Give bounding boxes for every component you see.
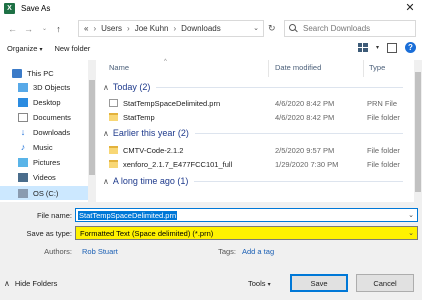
caret-down-icon[interactable]: ▾ bbox=[376, 44, 379, 51]
nav-scrollbar[interactable] bbox=[88, 60, 96, 202]
file-name-value: StatTempSpaceDelimited.prn bbox=[78, 211, 178, 220]
authors-label: Authors: bbox=[44, 247, 72, 256]
music-icon: ♪ bbox=[20, 141, 26, 152]
nav-item-desktop[interactable]: Desktop bbox=[0, 95, 96, 109]
hide-folders-toggle[interactable]: ∧ Hide Folders bbox=[4, 279, 57, 288]
nav-item-pictures[interactable]: Pictures bbox=[0, 155, 96, 169]
save-button[interactable]: Save bbox=[290, 274, 348, 292]
search-input[interactable]: Search Downloads bbox=[284, 20, 416, 37]
chevron-down-icon[interactable]: ⌄ bbox=[253, 24, 259, 32]
list-item[interactable]: CMTV-Code-2.1.2 2/5/2020 9:57 PM File fo… bbox=[101, 144, 411, 156]
videos-icon bbox=[18, 172, 28, 182]
group-header-earlier-this-year[interactable]: ∧ Earlier this year (2) bbox=[103, 128, 403, 138]
group-divider bbox=[194, 132, 403, 134]
column-header-date[interactable]: Date modified bbox=[275, 63, 321, 72]
file-icon bbox=[109, 99, 118, 107]
file-list-scrollbar[interactable] bbox=[414, 60, 422, 202]
save-as-type-value: Formatted Text (Space delimited) (*.prn) bbox=[80, 229, 214, 238]
excel-icon: X bbox=[4, 3, 15, 14]
group-header-long-time-ago[interactable]: ∧ A long time ago (1) bbox=[103, 176, 403, 186]
refresh-icon[interactable]: ↻ bbox=[268, 23, 276, 34]
documents-icon bbox=[18, 112, 28, 122]
folder-icon bbox=[109, 160, 118, 168]
authors-value[interactable]: Rob Stuart bbox=[82, 247, 118, 256]
nav-item-this-pc[interactable]: This PC bbox=[0, 66, 96, 80]
file-name-label: File name: bbox=[36, 211, 72, 220]
nav-item-downloads[interactable]: ↓ Downloads bbox=[0, 125, 96, 139]
search-icon bbox=[289, 24, 298, 33]
nav-item-3d-objects[interactable]: 3D Objects bbox=[0, 80, 96, 94]
list-item[interactable]: StatTemp 4/6/2020 8:42 PM File folder bbox=[101, 111, 411, 123]
command-bar: Organize ▾ New folder ▾ ? bbox=[0, 40, 422, 57]
breadcrumb-overflow[interactable]: « bbox=[84, 24, 88, 33]
column-header-type[interactable]: Type bbox=[369, 63, 385, 72]
help-icon[interactable]: ? bbox=[405, 42, 416, 53]
caret-down-icon: ▾ bbox=[267, 282, 271, 288]
chevron-down-icon[interactable]: ⌄ bbox=[408, 211, 414, 219]
chevron-up-icon: ∧ bbox=[4, 279, 10, 288]
breadcrumb-separator-icon: › bbox=[173, 24, 177, 33]
folder-icon bbox=[109, 113, 118, 121]
view-options-icon[interactable] bbox=[357, 43, 368, 52]
group-divider bbox=[194, 180, 403, 182]
collapse-chevron-icon[interactable]: ∧ bbox=[103, 177, 109, 186]
tags-label: Tags: bbox=[218, 247, 236, 256]
address-row: ← → ⌄ ↑ « › Users › Joe Kuhn › Downloads… bbox=[0, 18, 422, 40]
navigation-pane: This PC 3D Objects Desktop Documents ↓ D… bbox=[0, 60, 96, 202]
pictures-icon bbox=[18, 157, 28, 167]
forward-arrow-icon[interactable]: → bbox=[22, 22, 35, 35]
collapse-chevron-icon[interactable]: ∧ bbox=[103, 83, 109, 92]
nav-item-os-drive[interactable]: OS (C:) bbox=[0, 186, 88, 200]
nav-item-videos[interactable]: Videos bbox=[0, 170, 96, 184]
save-form: File name: StatTempSpaceDelimited.prn ⌄ … bbox=[0, 202, 422, 300]
column-divider[interactable] bbox=[363, 60, 364, 77]
downloads-icon: ↓ bbox=[20, 126, 26, 137]
preview-pane-icon[interactable] bbox=[387, 42, 397, 53]
column-divider[interactable] bbox=[268, 60, 269, 77]
file-list-scroll-thumb[interactable] bbox=[415, 72, 421, 192]
search-placeholder: Search Downloads bbox=[303, 24, 371, 33]
close-button[interactable]: ✕ bbox=[402, 1, 418, 16]
title-bar: X Save As ✕ bbox=[0, 0, 422, 17]
group-divider bbox=[156, 86, 403, 88]
organize-menu[interactable]: Organize ▾ bbox=[7, 44, 42, 53]
address-bar[interactable]: « › Users › Joe Kuhn › Downloads ⌄ bbox=[78, 20, 264, 37]
nav-scroll-thumb[interactable] bbox=[89, 80, 95, 175]
list-item[interactable]: StatTempSpaceDelimited.prn 4/6/2020 8:42… bbox=[101, 97, 411, 109]
tools-menu[interactable]: Tools ▾ bbox=[248, 279, 271, 288]
file-list: ^ Name Date modified Type ∧ Today (2) St… bbox=[101, 59, 422, 202]
recent-chevron-icon[interactable]: ⌄ bbox=[38, 22, 51, 35]
tags-input[interactable]: Add a tag bbox=[242, 247, 274, 256]
computer-icon bbox=[12, 68, 22, 78]
breadcrumb-downloads[interactable]: Downloads bbox=[181, 24, 221, 33]
desktop-icon bbox=[18, 97, 28, 107]
breadcrumb-users[interactable]: Users bbox=[101, 24, 122, 33]
window-title: Save As bbox=[21, 4, 51, 13]
breadcrumb-joe-kuhn[interactable]: Joe Kuhn bbox=[135, 24, 169, 33]
save-as-type-label: Save as type: bbox=[26, 229, 72, 238]
sort-arrow-icon: ^ bbox=[164, 59, 167, 65]
breadcrumb-separator-icon: › bbox=[127, 24, 130, 33]
collapse-chevron-icon[interactable]: ∧ bbox=[103, 129, 109, 138]
chevron-down-icon[interactable]: ⌄ bbox=[408, 229, 414, 237]
new-folder-button[interactable]: New folder bbox=[54, 44, 90, 53]
cancel-button[interactable]: Cancel bbox=[356, 274, 414, 292]
column-header-name[interactable]: Name bbox=[109, 63, 129, 72]
back-arrow-icon[interactable]: ← bbox=[6, 22, 19, 35]
up-arrow-icon[interactable]: ↑ bbox=[52, 22, 65, 35]
folder-icon bbox=[109, 146, 118, 154]
breadcrumb-separator-icon: › bbox=[93, 24, 97, 33]
nav-item-music[interactable]: ♪ Music bbox=[0, 140, 96, 154]
list-item[interactable]: xenforo_2.1.7_E477FCC101_full 1/29/2020 … bbox=[101, 158, 411, 170]
nav-item-documents[interactable]: Documents bbox=[0, 110, 96, 124]
view-controls: ▾ ? bbox=[357, 42, 416, 53]
save-as-type-select[interactable]: Formatted Text (Space delimited) (*.prn)… bbox=[75, 226, 418, 240]
3d-objects-icon bbox=[18, 82, 28, 92]
group-header-today[interactable]: ∧ Today (2) bbox=[103, 82, 403, 92]
file-name-field[interactable]: StatTempSpaceDelimited.prn ⌄ bbox=[75, 208, 418, 222]
drive-icon bbox=[18, 188, 28, 198]
caret-down-icon: ▾ bbox=[39, 47, 43, 53]
